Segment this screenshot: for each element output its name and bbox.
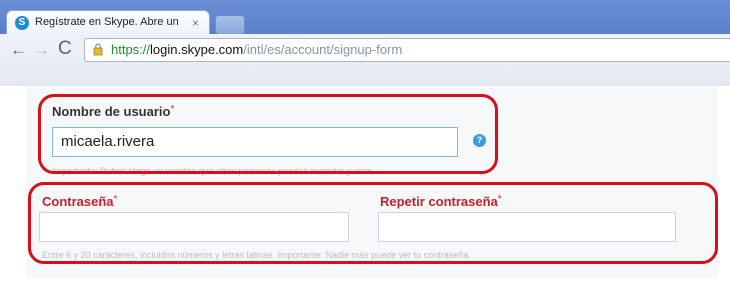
password-hint: Entre 6 y 20 caracteres, incluidos númer… bbox=[42, 250, 471, 260]
url-path: /intl/es/account/signup-form bbox=[243, 42, 403, 57]
url-text: https://login.skype.com/intl/es/account/… bbox=[111, 42, 402, 57]
browser-tab-skype-signup[interactable]: S Regístrate en Skype. Abre un × bbox=[6, 10, 210, 35]
browser-tabstrip: S Regístrate en Skype. Abre un × bbox=[0, 0, 730, 35]
lock-icon bbox=[93, 43, 103, 56]
username-input[interactable]: micaela.rivera bbox=[52, 127, 458, 157]
forward-button[interactable]: → bbox=[33, 40, 50, 60]
required-mark: * bbox=[170, 104, 175, 115]
help-icon[interactable]: ? bbox=[473, 134, 486, 147]
required-mark: * bbox=[113, 194, 118, 205]
repeat-password-label: Repetir contraseña* bbox=[380, 194, 502, 209]
tab-title: Regístrate en Skype. Abre un bbox=[35, 16, 179, 28]
browser-toolbar: ← → C https://login.skype.com/intl/es/ac… bbox=[0, 34, 730, 87]
close-icon[interactable]: × bbox=[192, 16, 199, 30]
password-label: Contraseña* bbox=[42, 194, 117, 209]
required-mark: * bbox=[497, 194, 502, 205]
username-label-text: Nombre de usuario bbox=[52, 104, 171, 119]
password-label-text: Contraseña bbox=[42, 194, 114, 209]
page-content: Nombre de usuario* micaela.rivera ? Impo… bbox=[0, 86, 730, 301]
repeat-password-input[interactable] bbox=[378, 212, 676, 242]
address-bar[interactable]: https://login.skype.com/intl/es/account/… bbox=[84, 38, 730, 62]
back-button[interactable]: ← bbox=[10, 40, 27, 60]
username-label: Nombre de usuario* bbox=[52, 104, 174, 119]
url-host: login.skype.com bbox=[150, 42, 244, 57]
username-hint: Importante: Debes elegir un nombre que o… bbox=[52, 166, 374, 176]
skype-icon: S bbox=[15, 16, 29, 30]
reload-button[interactable]: C bbox=[58, 38, 72, 60]
password-input[interactable] bbox=[39, 212, 349, 242]
new-tab-button[interactable] bbox=[215, 15, 245, 35]
repeat-password-label-text: Repetir contraseña bbox=[380, 194, 498, 209]
url-protocol: https:// bbox=[111, 42, 151, 57]
